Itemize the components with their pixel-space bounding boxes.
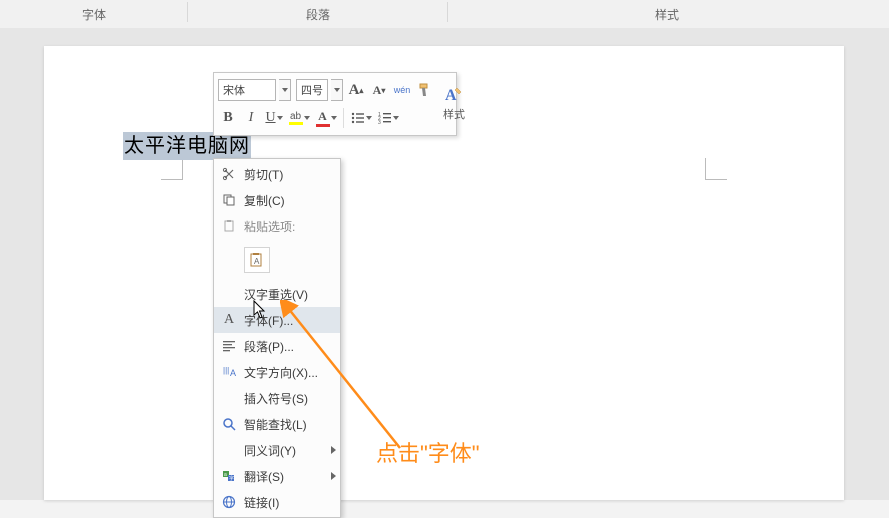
font-size-dropdown[interactable] xyxy=(331,79,343,101)
ribbon-group-paragraph: 段落 xyxy=(188,0,448,28)
menu-label: 粘贴选项: xyxy=(244,218,340,235)
paste-icon xyxy=(214,219,244,233)
menu-item-translate[interactable]: a字 翻译(S) xyxy=(214,463,340,489)
mouse-cursor-icon xyxy=(253,300,267,320)
styles-icon: A xyxy=(443,84,465,106)
font-color-button[interactable]: A xyxy=(314,107,338,129)
numbering-button[interactable]: 123 xyxy=(376,107,400,129)
svg-text:A: A xyxy=(254,257,260,266)
menu-item-copy[interactable]: 复制(C) xyxy=(214,187,340,213)
text-direction-icon: |||A xyxy=(214,365,244,379)
numbering-icon: 123 xyxy=(378,111,392,125)
ribbon-group-label: 段落 xyxy=(306,6,330,23)
font-name-input[interactable]: 宋体 xyxy=(218,79,276,101)
ribbon-group-footer: 字体 段落 样式 xyxy=(0,0,889,28)
svg-text:A: A xyxy=(230,368,236,378)
menu-item-cut[interactable]: 剪切(T) xyxy=(214,161,340,187)
shrink-font-button[interactable]: A▾ xyxy=(369,79,389,101)
mini-toolbar: 宋体 四号 A▴ A▾ wén B I U xyxy=(213,72,457,136)
svg-text:字: 字 xyxy=(229,475,234,482)
highlight-color-button[interactable]: ab xyxy=(287,107,311,129)
italic-button[interactable]: I xyxy=(241,107,261,129)
ribbon-group-font: 字体 xyxy=(0,0,188,28)
svg-text:a: a xyxy=(224,472,227,478)
styles-button[interactable]: A 样式 xyxy=(443,77,465,129)
svg-text:3: 3 xyxy=(378,120,381,125)
ribbon-group-label: 字体 xyxy=(82,6,106,23)
grow-font-button[interactable]: A▴ xyxy=(346,79,366,101)
svg-text:|||: ||| xyxy=(223,366,229,375)
paste-options-row: A xyxy=(214,239,340,281)
paste-keep-icon: A xyxy=(249,252,265,268)
translate-icon: a字 xyxy=(214,469,244,483)
menu-label: 剪切(T) xyxy=(244,166,340,183)
bullets-button[interactable] xyxy=(349,107,373,129)
margin-corner-tl xyxy=(161,158,183,180)
pinyin-guide-button[interactable]: wén xyxy=(392,79,412,101)
submenu-arrow-icon xyxy=(326,472,340,480)
menu-item-paste-options: 粘贴选项: xyxy=(214,213,340,239)
ribbon-group-styles: 样式 xyxy=(448,0,886,28)
annotation-arrow xyxy=(280,300,420,460)
smart-find-icon xyxy=(214,417,244,431)
styles-label: 样式 xyxy=(443,106,465,122)
font-name-value: 宋体 xyxy=(223,82,245,98)
menu-label: 翻译(S) xyxy=(244,468,326,485)
selected-text[interactable]: 太平洋电脑网 xyxy=(123,132,251,160)
margin-corner-tr xyxy=(705,158,727,180)
menu-item-link[interactable]: 链接(I) xyxy=(214,489,340,515)
ribbon-group-label: 样式 xyxy=(655,6,679,23)
paragraph-icon xyxy=(214,339,244,353)
bold-button[interactable]: B xyxy=(218,107,238,129)
font-A-icon: A xyxy=(214,312,244,328)
font-size-input[interactable]: 四号 xyxy=(296,79,328,101)
bullets-icon xyxy=(351,111,365,125)
scissors-icon xyxy=(214,167,244,181)
format-painter-button[interactable] xyxy=(415,79,435,101)
paste-option-keep-text[interactable]: A xyxy=(244,247,270,273)
menu-label: 复制(C) xyxy=(244,192,340,209)
copy-icon xyxy=(214,193,244,207)
underline-button[interactable]: U xyxy=(264,107,284,129)
link-icon xyxy=(214,495,244,509)
format-painter-icon xyxy=(417,82,433,98)
font-name-dropdown[interactable] xyxy=(279,79,291,101)
separator xyxy=(343,108,344,128)
menu-label: 链接(I) xyxy=(244,494,340,511)
font-size-value: 四号 xyxy=(301,82,323,98)
